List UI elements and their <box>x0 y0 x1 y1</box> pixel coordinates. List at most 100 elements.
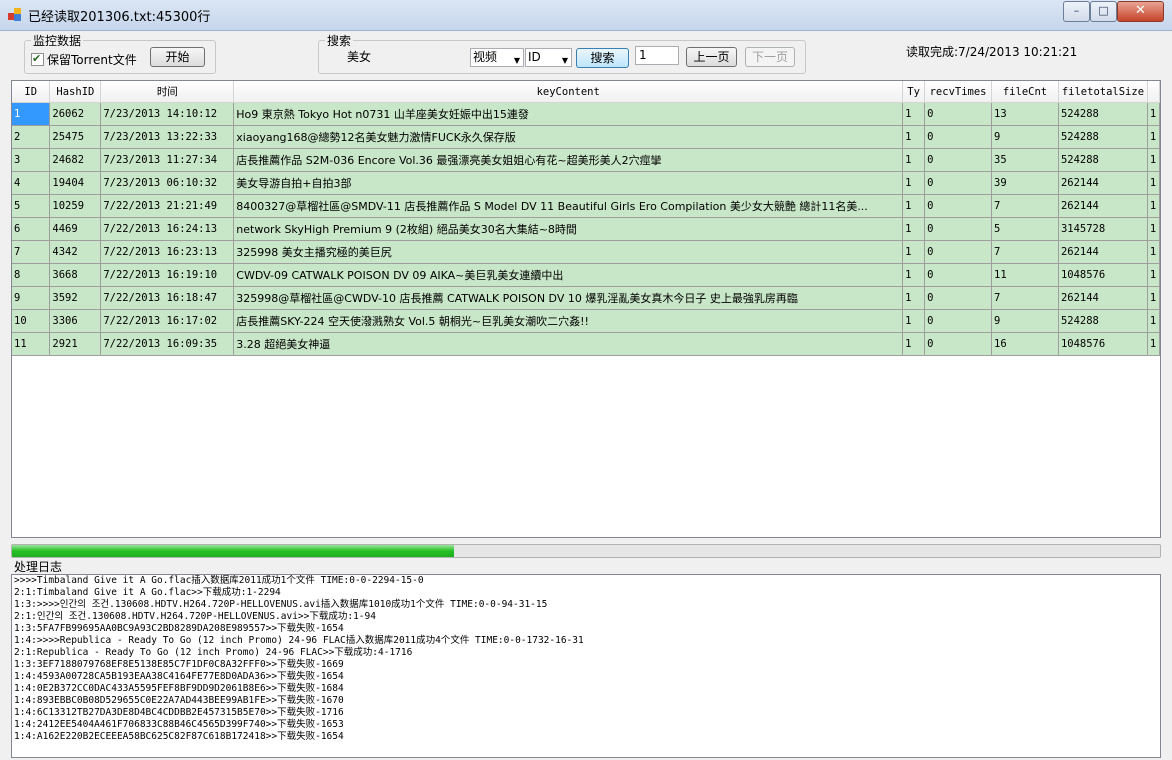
close-button[interactable]: ✕ <box>1117 1 1164 22</box>
table-cell: 325998 美女主播究極的美巨尻 <box>233 240 904 264</box>
title-bar: 已经读取201306.txt:45300行 – □ ✕ <box>0 0 1172 31</box>
log-line: 2:1:Republica - Ready To Go (12 inch Pro… <box>14 647 413 658</box>
log-line: 1:4:>>>>Republica - Ready To Go (12 inch… <box>14 635 584 646</box>
table-cell: 9 <box>991 309 1059 333</box>
table-cell: 7 <box>991 240 1059 264</box>
table-cell: 1048576 <box>1058 332 1148 356</box>
table-cell: 7 <box>12 240 51 264</box>
table-cell: 11 <box>12 332 51 356</box>
table-cell: 1 <box>902 148 926 172</box>
column-header[interactable]: keyContent <box>233 81 904 103</box>
table-cell: 4342 <box>49 240 102 264</box>
table-row[interactable]: 11 2921 7/22/2013 16:09:35 3.28 超絕美女神逼 1 0 16 1… <box>12 332 1160 356</box>
chevron-down-icon: ▼ <box>561 56 568 65</box>
column-header[interactable]: fileCnt <box>991 81 1059 103</box>
table-cell: 3.28 超絕美女神逼 <box>233 332 904 356</box>
table-cell: 3 <box>12 148 51 172</box>
table-cell: 262144 <box>1058 171 1148 195</box>
column-header[interactable]: ID <box>12 81 51 103</box>
log-line: 2:1:인간의 조건.130608.HDTV.H264.720P-HELLOVE… <box>14 611 376 622</box>
app-icon <box>8 8 22 22</box>
table-cell: 25475 <box>49 125 102 149</box>
close-icon: ✕ <box>1135 3 1146 18</box>
check-icon: ✔ <box>32 52 42 65</box>
table-cell: 524288 <box>1058 309 1148 333</box>
field-select[interactable]: ID ▼ <box>525 48 572 67</box>
table-cell: 7/22/2013 16:18:47 <box>100 286 235 310</box>
table-cell: 0 <box>924 263 993 287</box>
table-cell: 1 <box>902 240 926 264</box>
table-cell: 7/22/2013 16:24:13 <box>100 217 235 241</box>
maximize-button[interactable]: □ <box>1090 1 1117 22</box>
column-header[interactable] <box>1147 81 1160 103</box>
column-header[interactable]: recvTimes <box>924 81 993 103</box>
table-cell: xiaoyang168@總勢12名美女魅力激情FUCK永久保存版 <box>233 125 904 149</box>
table-cell: 8400327@草榴社區@SMDV-11 店長推薦作品 S Model DV 1… <box>233 194 904 218</box>
search-input[interactable]: 美女 <box>343 48 469 67</box>
chevron-down-icon: ▼ <box>513 56 520 65</box>
search-group-label: 搜索 <box>325 32 354 49</box>
table-row[interactable]: 4 19404 7/23/2013 06:10:32 美女导游自拍+自拍3部 1 0 39 2… <box>12 171 1160 195</box>
start-button[interactable]: 开始 <box>150 47 205 67</box>
log-textarea[interactable]: >>>>Timbaland Give it A Go.flac插入数据库2011… <box>11 574 1161 758</box>
table-cell: 7/23/2013 13:22:33 <box>100 125 235 149</box>
table-row[interactable]: 8 3668 7/22/2013 16:19:10 CWDV-09 CATWALK P… <box>12 263 1160 287</box>
table-cell: 9 <box>991 125 1059 149</box>
page-input[interactable]: 1 <box>635 46 679 65</box>
table-cell: 7/23/2013 14:10:12 <box>100 102 235 126</box>
log-line: 2:1:Timbaland Give it A Go.flac>>下载成功:1-… <box>14 587 281 598</box>
log-line: 1:4:A162E220B2ECEEEA58BC625C82F87C618B17… <box>14 731 344 742</box>
table-row[interactable]: 10 3306 7/22/2013 16:17:02 店長推薦SKY-224 空天使潑… <box>12 309 1160 333</box>
table-row[interactable]: 9 3592 7/22/2013 16:18:47 325998@草榴社區@CWDV-… <box>12 286 1160 310</box>
table-cell: 524288 <box>1058 125 1148 149</box>
search-button[interactable]: 搜索 <box>576 48 629 68</box>
table-cell: 1 <box>1147 102 1160 126</box>
table-cell: 0 <box>924 332 993 356</box>
table-row[interactable]: 2 25475 7/23/2013 13:22:33 xiaoyang168@總勢12… <box>12 125 1160 149</box>
table-cell: 1 <box>902 286 926 310</box>
table-row[interactable]: 6 4469 7/22/2013 16:24:13 network SkyHigh P… <box>12 217 1160 241</box>
table-cell: 7/22/2013 16:09:35 <box>100 332 235 356</box>
table-cell: 7/23/2013 11:27:34 <box>100 148 235 172</box>
table-cell: 262144 <box>1058 286 1148 310</box>
table-cell: 1 <box>902 102 926 126</box>
table-cell: 7 <box>991 194 1059 218</box>
table-row[interactable]: 5 10259 7/22/2013 21:21:49 8400327@草榴社區@SMD… <box>12 194 1160 218</box>
table-cell: 3306 <box>49 309 102 333</box>
type-select[interactable]: 视频 ▼ <box>470 48 524 67</box>
table-cell: Ho9 東京熱 Tokyo Hot n0731 山羊座美女妊娠中出15連發 <box>233 102 904 126</box>
table-cell: 11 <box>991 263 1059 287</box>
column-header[interactable]: filetotalSize <box>1058 81 1148 103</box>
column-header[interactable]: 时间 <box>100 81 235 103</box>
status-text: 读取完成:7/24/2013 10:21:21 <box>906 45 1078 59</box>
table-cell: 店長推薦SKY-224 空天使潑溅熟女 Vol.5 朝桐光~巨乳美女潮吹二穴姦!… <box>233 309 904 333</box>
next-page-button[interactable]: 下一页 <box>745 47 795 67</box>
log-line: 1:3:5FA7FB99695AA0BC9A93C2BD8289DA208E98… <box>14 623 344 634</box>
column-header[interactable]: HashID <box>49 81 102 103</box>
table-row[interactable]: 3 24682 7/23/2013 11:27:34 店長推薦作品 S2M-036 E… <box>12 148 1160 172</box>
table-cell: 1 <box>1147 148 1160 172</box>
table-row[interactable]: 1 26062 7/23/2013 14:10:12 Ho9 東京熱 Tokyo Ho… <box>12 102 1160 126</box>
table-cell: 5 <box>12 194 51 218</box>
table-cell: 16 <box>991 332 1059 356</box>
table-row[interactable]: 7 4342 7/22/2013 16:23:13 325998 美女主播究極的美巨尻… <box>12 240 1160 264</box>
table-cell: 1 <box>1147 217 1160 241</box>
minimize-button[interactable]: – <box>1063 1 1090 22</box>
table-cell: 1048576 <box>1058 263 1148 287</box>
log-line: 1:4:893EBBC0B08D529655C0E22A7AD443BEE99A… <box>14 695 344 706</box>
results-grid[interactable]: ID HashID 时间 keyContent Ty recvTimes fileCnt fi… <box>11 80 1161 538</box>
table-cell: network SkyHigh Premium 9 (2枚組) 絕品美女30名大… <box>233 217 904 241</box>
table-cell: 0 <box>924 309 993 333</box>
table-cell: 1 <box>1147 171 1160 195</box>
prev-page-button[interactable]: 上一页 <box>686 47 737 67</box>
log-line: 1:4:0E2B372CC0DAC433A5595FEF8BF9DD9D2061… <box>14 683 344 694</box>
keep-torrent-checkbox[interactable]: ✔ <box>31 52 44 66</box>
table-cell: 24682 <box>49 148 102 172</box>
table-cell: 美女导游自拍+自拍3部 <box>233 171 904 195</box>
table-cell: 1 <box>902 263 926 287</box>
field-select-value: ID <box>528 50 541 64</box>
table-cell: 0 <box>924 102 993 126</box>
log-line: >>>>Timbaland Give it A Go.flac插入数据库2011… <box>14 575 424 586</box>
table-cell: 1 <box>902 171 926 195</box>
column-header[interactable]: Ty <box>902 81 926 103</box>
